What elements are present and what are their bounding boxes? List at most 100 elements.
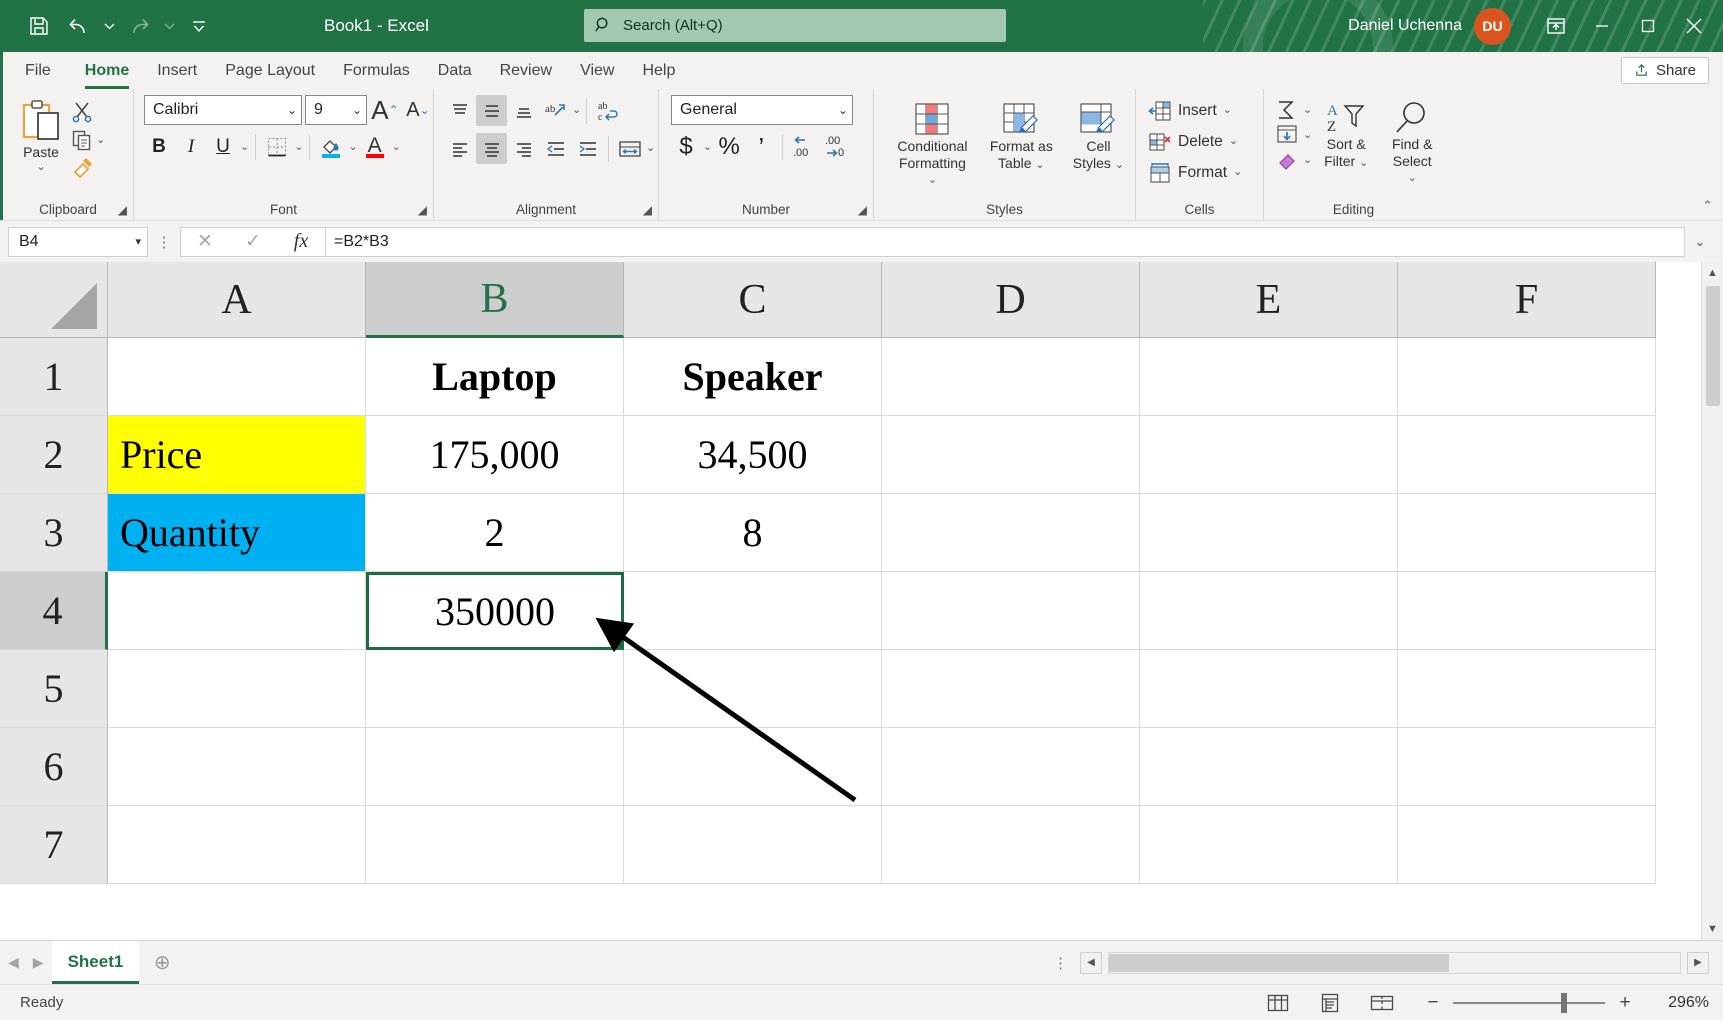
cell-styles-dropdown-icon[interactable]: ⌄ bbox=[1115, 159, 1124, 171]
tab-review[interactable]: Review bbox=[486, 52, 566, 89]
cell-c3[interactable]: 8 bbox=[624, 494, 882, 572]
fill-handle[interactable] bbox=[616, 642, 624, 650]
number-format-combo[interactable]: General ⌄ bbox=[671, 95, 853, 125]
autosum-button[interactable]: ⌄ bbox=[1274, 99, 1312, 121]
cell-d7[interactable] bbox=[882, 806, 1140, 884]
delete-cells-button[interactable]: Delete ⌄ bbox=[1140, 126, 1238, 157]
name-box[interactable]: B4 ▾ bbox=[8, 227, 148, 257]
cell-a7[interactable] bbox=[108, 806, 366, 884]
conditional-formatting-dropdown-icon[interactable]: ⌄ bbox=[928, 174, 937, 186]
cell-c1[interactable]: Speaker bbox=[624, 338, 882, 416]
cell-e2[interactable] bbox=[1140, 416, 1398, 494]
row-header-5[interactable]: 5 bbox=[0, 650, 108, 728]
collapse-ribbon-icon[interactable]: ⌃ bbox=[1702, 198, 1713, 214]
conditional-formatting-button[interactable]: Conditional Formatting ⌄ bbox=[888, 99, 977, 190]
save-icon[interactable] bbox=[20, 7, 58, 45]
close-icon[interactable] bbox=[1671, 0, 1717, 52]
row-header-1[interactable]: 1 bbox=[0, 338, 108, 416]
cell-f3[interactable] bbox=[1398, 494, 1656, 572]
cell-styles-button[interactable]: Cell Styles ⌄ bbox=[1066, 99, 1131, 174]
alignment-dialog-launcher-icon[interactable]: ◢ bbox=[643, 203, 652, 217]
column-header-a[interactable]: A bbox=[108, 262, 366, 338]
cell-c6[interactable] bbox=[624, 728, 882, 806]
scroll-left-button[interactable]: ◀ bbox=[1080, 952, 1102, 974]
name-box-dropdown-icon[interactable]: ▾ bbox=[135, 235, 141, 248]
maximize-icon[interactable] bbox=[1625, 0, 1671, 52]
cell-e4[interactable] bbox=[1140, 572, 1398, 650]
cell-a2[interactable]: Price bbox=[108, 416, 366, 494]
italic-button[interactable]: I bbox=[176, 132, 206, 162]
formula-input[interactable]: =B2*B3 bbox=[326, 227, 1685, 257]
horizontal-scroll-thumb[interactable] bbox=[1109, 954, 1449, 972]
sort-filter-dropdown-icon[interactable]: ⌄ bbox=[1359, 157, 1368, 169]
format-as-table-button[interactable]: Format as Table ⌄ bbox=[981, 99, 1062, 174]
cell-f5[interactable] bbox=[1398, 650, 1656, 728]
cell-b4[interactable]: 350000 bbox=[366, 572, 624, 650]
currency-button[interactable]: $ bbox=[671, 132, 701, 162]
cell-f4[interactable] bbox=[1398, 572, 1656, 650]
formula-bar-handle[interactable]: ⋮ bbox=[148, 233, 180, 251]
search-box[interactable]: Search (Alt+Q) bbox=[584, 9, 1006, 42]
cell-c2[interactable]: 34,500 bbox=[624, 416, 882, 494]
cell-e5[interactable] bbox=[1140, 650, 1398, 728]
column-header-d[interactable]: D bbox=[882, 262, 1140, 338]
font-name-dropdown-icon[interactable]: ⌄ bbox=[281, 103, 297, 117]
zoom-out-button[interactable]: − bbox=[1425, 992, 1441, 1014]
cancel-x-icon[interactable]: ✕ bbox=[181, 228, 229, 256]
scroll-split-handle[interactable]: ⋮ bbox=[1047, 954, 1074, 972]
cell-c5[interactable] bbox=[624, 650, 882, 728]
tab-view[interactable]: View bbox=[566, 52, 628, 89]
decrease-font-size-button[interactable]: A⌄ bbox=[403, 95, 433, 125]
increase-indent-button[interactable] bbox=[572, 133, 603, 164]
column-header-b[interactable]: B bbox=[366, 262, 624, 338]
sort-and-filter-button[interactable]: A Z Sort & Filter ⌄ bbox=[1314, 97, 1378, 172]
align-center-button[interactable] bbox=[476, 133, 507, 164]
avatar[interactable]: DU bbox=[1474, 8, 1511, 45]
cell-a4[interactable] bbox=[108, 572, 366, 650]
bold-button[interactable]: B bbox=[144, 132, 174, 162]
zoom-in-button[interactable]: + bbox=[1617, 992, 1633, 1014]
increase-font-size-button[interactable]: A⌃ bbox=[370, 95, 400, 125]
clear-button[interactable]: ⌄ bbox=[1274, 149, 1312, 171]
vertical-scroll-thumb[interactable] bbox=[1706, 286, 1720, 406]
row-header-2[interactable]: 2 bbox=[0, 416, 108, 494]
redo-icon[interactable] bbox=[120, 7, 158, 45]
orientation-button[interactable]: ab bbox=[540, 95, 571, 126]
customize-quick-access-toolbar-icon[interactable] bbox=[180, 7, 218, 45]
row-header-4[interactable]: 4 bbox=[0, 572, 108, 650]
cell-a5[interactable] bbox=[108, 650, 366, 728]
cell-d2[interactable] bbox=[882, 416, 1140, 494]
font-color-dropdown-icon[interactable]: ⌄ bbox=[392, 142, 401, 153]
horizontal-scrollbar[interactable] bbox=[1108, 952, 1681, 974]
redo-dropdown-icon[interactable] bbox=[160, 7, 178, 45]
font-color-button[interactable]: A bbox=[360, 132, 390, 162]
cell-a3[interactable]: Quantity bbox=[108, 494, 366, 572]
row-header-6[interactable]: 6 bbox=[0, 728, 108, 806]
row-header-7[interactable]: 7 bbox=[0, 806, 108, 884]
font-size-combo[interactable]: 9 ⌄ bbox=[305, 95, 367, 125]
cell-b7[interactable] bbox=[366, 806, 624, 884]
align-left-button[interactable] bbox=[444, 133, 475, 164]
find-select-dropdown-icon[interactable]: ⌄ bbox=[1408, 172, 1417, 184]
zoom-slider-thumb[interactable] bbox=[1561, 993, 1567, 1013]
fill-button[interactable]: ⌄ bbox=[1274, 124, 1312, 146]
tab-insert[interactable]: Insert bbox=[143, 52, 211, 89]
tab-formulas[interactable]: Formulas bbox=[329, 52, 424, 89]
format-dropdown-icon[interactable]: ⌄ bbox=[1233, 167, 1242, 178]
tab-file[interactable]: File bbox=[3, 52, 71, 89]
orientation-dropdown-icon[interactable]: ⌄ bbox=[572, 105, 581, 116]
format-painter-button[interactable] bbox=[71, 157, 105, 179]
cell-f2[interactable] bbox=[1398, 416, 1656, 494]
autosum-dropdown-icon[interactable]: ⌄ bbox=[1303, 105, 1312, 116]
normal-view-icon[interactable] bbox=[1263, 990, 1293, 1016]
cell-e7[interactable] bbox=[1140, 806, 1398, 884]
share-button[interactable]: Share bbox=[1621, 57, 1709, 84]
cell-d4[interactable] bbox=[882, 572, 1140, 650]
page-layout-view-icon[interactable] bbox=[1315, 990, 1345, 1016]
cell-d1[interactable] bbox=[882, 338, 1140, 416]
undo-icon[interactable] bbox=[60, 7, 98, 45]
cell-c7[interactable] bbox=[624, 806, 882, 884]
paste-dropdown-icon[interactable]: ⌄ bbox=[36, 162, 45, 173]
cell-e1[interactable] bbox=[1140, 338, 1398, 416]
cell-a6[interactable] bbox=[108, 728, 366, 806]
